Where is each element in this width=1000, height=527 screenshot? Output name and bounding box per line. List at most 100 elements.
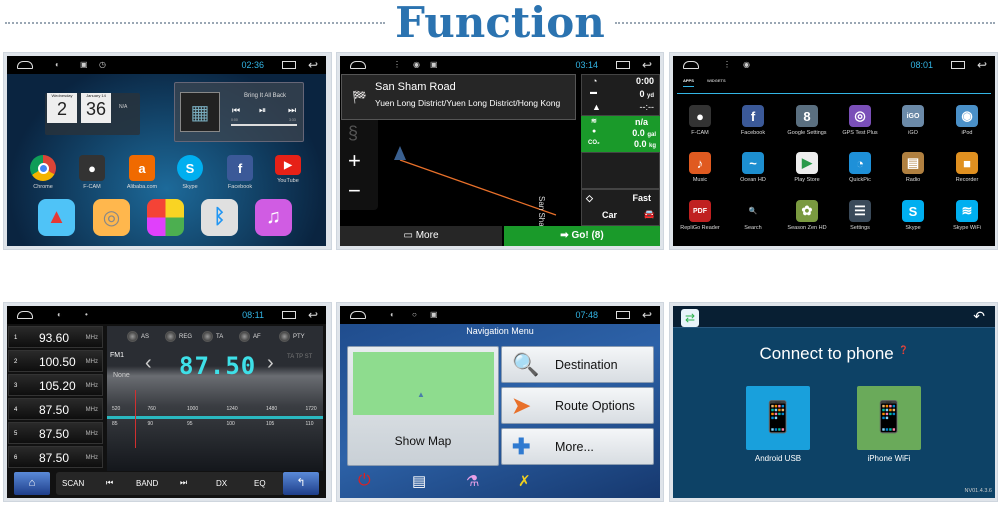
next-icon[interactable]: ⏭ <box>288 105 296 116</box>
seek-forward-icon[interactable]: ⏭ <box>180 478 187 488</box>
tools-icon[interactable]: ✗ <box>518 472 531 490</box>
menu-icon[interactable]: ⋮ <box>723 60 731 69</box>
apps-icon[interactable] <box>147 199 184 236</box>
more-button[interactable]: ▭ More <box>340 226 502 246</box>
toggle-ta[interactable]: TA <box>202 331 223 342</box>
app-radio[interactable]: ▤ Radio <box>888 152 938 183</box>
preset-6[interactable]: 6 87.50 MHz <box>8 446 103 468</box>
app-ocean-hd[interactable]: ~ Ocean HD <box>728 152 778 183</box>
app-facebook[interactable]: f Facebook <box>215 155 265 190</box>
recent-apps-icon[interactable] <box>282 61 296 69</box>
tune-up-icon[interactable]: › <box>267 352 274 375</box>
app-quickpic[interactable]: ◔ QuickPic <box>835 152 885 183</box>
preset-5[interactable]: 5 87.50 MHz <box>8 422 103 444</box>
music-icon[interactable]: ♫ <box>255 199 292 236</box>
am-tick-label: 1480 <box>266 406 278 412</box>
toggle-reg[interactable]: REG <box>165 331 192 342</box>
app-ipod[interactable]: ◉ iPod <box>942 105 992 136</box>
music-widget[interactable]: ▦ Bring It All Back ⏮ ⏯ ⏭ 0:00 3:33 <box>174 82 304 142</box>
app-music[interactable]: ♪ Music <box>675 152 725 183</box>
app-recorder[interactable]: ■ Recorder <box>942 152 992 183</box>
app-search[interactable]: 🔍 Search <box>728 200 778 231</box>
back-icon[interactable]: ↩ <box>308 308 318 322</box>
app-settings[interactable]: ☰ Settings <box>835 200 885 231</box>
app-icon: PDF <box>689 200 711 222</box>
traffic-icon[interactable]: ▤ <box>412 472 426 490</box>
more-button[interactable]: ✚ More... <box>501 428 654 465</box>
app-season-zen-hd[interactable]: ✿ Season Zen HD <box>782 200 832 231</box>
bluetooth-icon[interactable]: ᛒ <box>201 199 238 236</box>
show-map-button[interactable]: ▲ Show Map <box>347 346 499 466</box>
iphone-wifi-button[interactable]: 📱 <box>857 386 921 450</box>
home-icon[interactable] <box>17 61 33 69</box>
back-icon[interactable]: ↶ <box>973 308 985 325</box>
app-label: iGO <box>908 130 918 136</box>
preset-4[interactable]: 4 87.50 MHz <box>8 398 103 420</box>
app-skype-wifi[interactable]: ≋ Skype WiFi <box>942 200 992 231</box>
settings-icon[interactable]: ◎ <box>93 199 130 236</box>
app-fcam[interactable]: ● F-CAM <box>67 155 117 190</box>
eq-button[interactable]: EQ <box>254 479 266 488</box>
home-icon[interactable] <box>350 311 366 319</box>
play-pause-icon[interactable]: ⏯ <box>259 105 266 116</box>
app-facebook[interactable]: f Facebook <box>728 105 778 136</box>
previous-icon[interactable]: ⏮ <box>232 105 240 116</box>
go-button[interactable]: ➡ Go! (8) <box>504 226 660 246</box>
app-gps-test-plus[interactable]: ◎ GPS Test Plus <box>835 105 885 136</box>
home-button[interactable]: ⌂ <box>14 472 50 495</box>
destination-button[interactable]: 🔍 Destination <box>501 346 654 383</box>
recent-apps-icon[interactable] <box>282 311 296 319</box>
brightness-icon[interactable]: ◐ <box>390 310 395 319</box>
app-skype[interactable]: S Skype <box>888 200 938 231</box>
brightness-icon[interactable]: ◐ <box>57 310 62 319</box>
toggle-af[interactable]: AF <box>239 331 261 342</box>
preset-1[interactable]: 1 93.60 MHz <box>8 326 103 348</box>
app-icon: ◔ <box>849 152 871 174</box>
dx-button[interactable]: DX <box>216 479 227 488</box>
app-icon: ♪ <box>689 152 711 174</box>
scan-button[interactable]: SCAN <box>62 479 84 488</box>
home-icon[interactable] <box>683 61 699 69</box>
recent-apps-icon[interactable] <box>616 311 630 319</box>
screenshot-icon[interactable]: ▣ <box>430 310 438 319</box>
screenshot-icon[interactable]: ▣ <box>80 60 88 69</box>
preset-2[interactable]: 2 100.50 MHz <box>8 350 103 372</box>
status-bar: ◐ ▣ ◷ 02:36 ↩ <box>7 56 326 74</box>
route-options-button[interactable]: ➤ Route Options <box>501 387 654 424</box>
toggle-as[interactable]: AS <box>127 331 149 342</box>
app-youtube[interactable]: ▶ YouTube <box>263 155 313 184</box>
timer-icon[interactable]: ◷ <box>99 60 106 69</box>
back-button[interactable]: ↰ <box>283 472 319 495</box>
app-play-store[interactable]: ▶ Play Store <box>782 152 832 183</box>
back-icon[interactable]: ↩ <box>308 58 318 72</box>
tab-apps[interactable]: APPS <box>683 78 694 87</box>
app-alibaba[interactable]: a Alibaba.com <box>117 155 167 190</box>
back-icon[interactable]: ↩ <box>642 308 652 322</box>
back-icon[interactable]: ↩ <box>977 58 987 72</box>
app-google-settings[interactable]: 8 Google Settings <box>782 105 832 136</box>
help-icon[interactable]: ❓ <box>898 345 908 354</box>
tab-widgets[interactable]: WIDGETS <box>707 78 726 83</box>
app-f-cam[interactable]: ● F-CAM <box>675 105 725 136</box>
preset-3[interactable]: 3 105.20 MHz <box>8 374 103 396</box>
progress-bar[interactable] <box>231 124 297 126</box>
tune-down-icon[interactable]: ‹ <box>145 352 152 375</box>
app-skype[interactable]: S Skype <box>165 155 215 190</box>
app-repligo-reader[interactable]: PDF RepliGo Reader <box>675 200 725 231</box>
seek-back-icon[interactable]: ⏮ <box>106 478 113 488</box>
recent-apps-icon[interactable] <box>951 61 965 69</box>
toggle-pty[interactable]: PTY <box>279 331 305 342</box>
power-icon[interactable]: ⏻ <box>358 472 371 490</box>
flask-icon[interactable]: ⚗ <box>466 472 479 490</box>
android-usb-button[interactable]: 📱 <box>746 386 810 450</box>
app-chrome[interactable]: Chrome <box>18 155 68 190</box>
navigation-icon[interactable]: ▲ <box>38 199 75 236</box>
home-icon[interactable] <box>17 311 33 319</box>
app-igo[interactable]: iGO iGO <box>888 105 938 136</box>
puzzle-icon: ✚ <box>512 434 531 459</box>
brightness-icon[interactable]: ◐ <box>55 60 60 69</box>
frequency-scale[interactable] <box>107 416 323 419</box>
band-button[interactable]: BAND <box>136 479 158 488</box>
clock-widget[interactable]: Wednesday 2 January 14 36 N/A <box>45 93 140 135</box>
tuner-needle[interactable] <box>135 390 136 448</box>
